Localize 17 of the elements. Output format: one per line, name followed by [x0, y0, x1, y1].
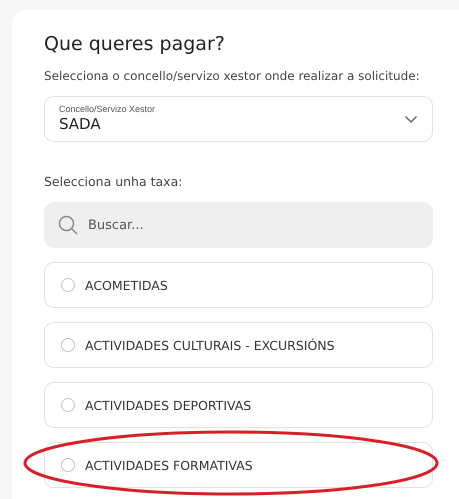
radio-button[interactable]: [61, 338, 75, 352]
search-icon: [58, 215, 78, 235]
select-value: SADA: [59, 115, 101, 134]
page-heading: Que queres pagar?: [44, 32, 226, 56]
select-label: Concello/Servizo Xestor: [59, 104, 156, 115]
fee-option[interactable]: ACTIVIDADES DEPORTIVAS: [44, 382, 433, 428]
service-prompt: Selecciona o concello/servizo xestor onde realizar a solicitude:: [44, 68, 421, 84]
search-field[interactable]: Buscar...: [44, 202, 433, 248]
radio-button[interactable]: [61, 398, 75, 412]
fee-option[interactable]: ACTIVIDADES FORMATIVAS: [44, 442, 433, 488]
radio-button[interactable]: [61, 458, 75, 472]
radio-button[interactable]: [61, 278, 75, 292]
chevron-down-icon: [404, 114, 418, 124]
fee-prompt: Selecciona unha taxa:: [44, 174, 184, 190]
fee-option[interactable]: ACTIVIDADES CULTURAIS - EXCURSIÓNS: [44, 322, 433, 368]
service-select[interactable]: Concello/Servizo Xestor SADA: [44, 96, 433, 142]
fee-option[interactable]: ACOMETIDAS: [44, 262, 433, 308]
